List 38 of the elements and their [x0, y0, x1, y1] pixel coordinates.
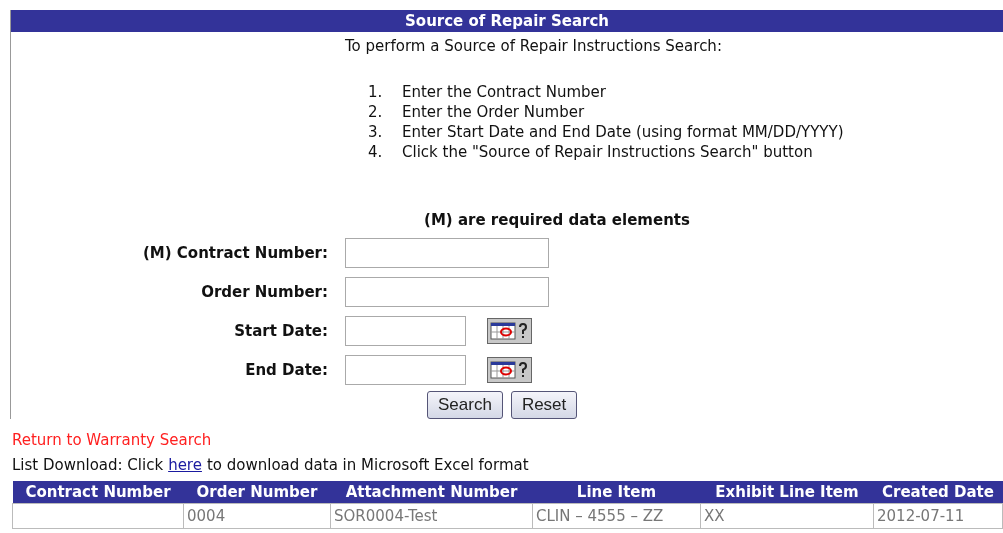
calendar-icon[interactable] — [487, 317, 532, 344]
step-number: 4. — [368, 142, 384, 162]
step-number: 2. — [368, 102, 384, 122]
table-cell: 0004 — [183, 503, 331, 529]
step-number: 3. — [368, 122, 384, 142]
field-label: Start Date: — [233, 321, 328, 340]
date-field[interactable] — [345, 315, 466, 346]
step-text: Enter the Order Number — [402, 102, 585, 122]
calendar-icon[interactable] — [487, 356, 532, 383]
required-note: (M) are required data elements — [424, 211, 690, 229]
intro-text: To perform a Source of Repair Instructions Search: — [345, 37, 722, 55]
table-cell: SOR0004-Test — [330, 503, 533, 529]
reset-button[interactable]: Reset — [510, 391, 578, 419]
column-header[interactable]: Order Number — [183, 481, 331, 504]
table-cell: 2012-07-11 — [873, 503, 1003, 529]
step-number: 1. — [368, 82, 384, 102]
search-button[interactable]: Search — [427, 391, 503, 419]
column-header[interactable]: Attachment Number — [330, 481, 533, 504]
column-header[interactable]: Created Date — [873, 481, 1003, 504]
download-text: to download data in Microsoft Excel format — [206, 455, 529, 476]
step-text: Click the "Source of Repair Instructions Search" button — [402, 142, 813, 162]
return-link[interactable]: Return to Warranty Search — [12, 431, 212, 449]
download-link[interactable]: here — [168, 453, 202, 478]
panel-title: Source of Repair Search — [11, 10, 1003, 32]
input-field[interactable] — [345, 237, 549, 268]
table-cell: XX — [700, 503, 874, 529]
column-header[interactable]: Line Item — [532, 481, 701, 504]
field-label: Order Number: — [200, 282, 328, 301]
field-label: End Date: — [244, 360, 328, 379]
step-text: Enter the Contract Number — [402, 82, 606, 102]
input-field[interactable] — [345, 276, 549, 307]
column-header[interactable]: Exhibit Line Item — [700, 481, 874, 504]
table-cell: CLIN – 4555 – ZZ — [532, 503, 701, 529]
field-label: (M) Contract Number: — [142, 243, 328, 262]
step-text: Enter Start Date and End Date (using format MM/DD/YYYY) — [402, 122, 844, 142]
download-text: List Download: Click — [12, 455, 164, 476]
date-field[interactable] — [345, 354, 466, 385]
column-header[interactable]: Contract Number — [12, 481, 184, 504]
